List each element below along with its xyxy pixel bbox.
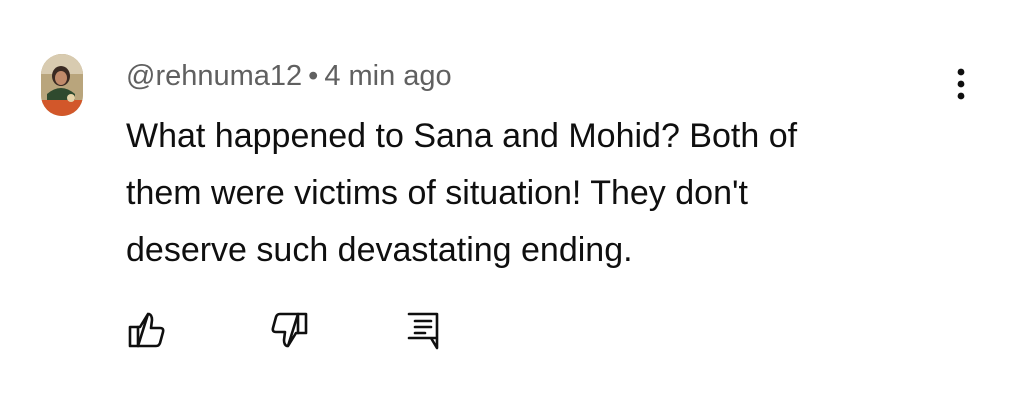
- dislike-button[interactable]: [266, 306, 314, 354]
- thumbs-up-icon: [128, 312, 165, 348]
- meta-separator: •: [308, 60, 319, 92]
- comment-text-line: What happened to Sana and Mohid? Both of: [126, 117, 798, 155]
- more-vert-icon: [957, 68, 965, 100]
- avatar-image: [41, 54, 83, 116]
- thumbs-down-icon: [271, 312, 308, 348]
- comment-text-line: deserve such devastating ending.: [126, 231, 633, 269]
- comment-meta: @rehnuma12 • 4 min ago: [126, 58, 452, 94]
- avatar[interactable]: [41, 54, 83, 116]
- comment-text: What happened to Sana and Mohid? Both of…: [126, 108, 926, 279]
- reply-button[interactable]: [399, 306, 447, 354]
- comment-timestamp[interactable]: 4 min ago: [324, 60, 451, 92]
- comment-card: @rehnuma12 • 4 min ago What happened to Sa…: [0, 0, 1024, 402]
- more-options-button[interactable]: [944, 64, 978, 104]
- comment-text-line: them were victims of situation! They don…: [126, 174, 748, 212]
- author-name[interactable]: @rehnuma12: [126, 60, 302, 92]
- like-button[interactable]: [122, 306, 170, 354]
- reply-comment-icon: [407, 312, 439, 350]
